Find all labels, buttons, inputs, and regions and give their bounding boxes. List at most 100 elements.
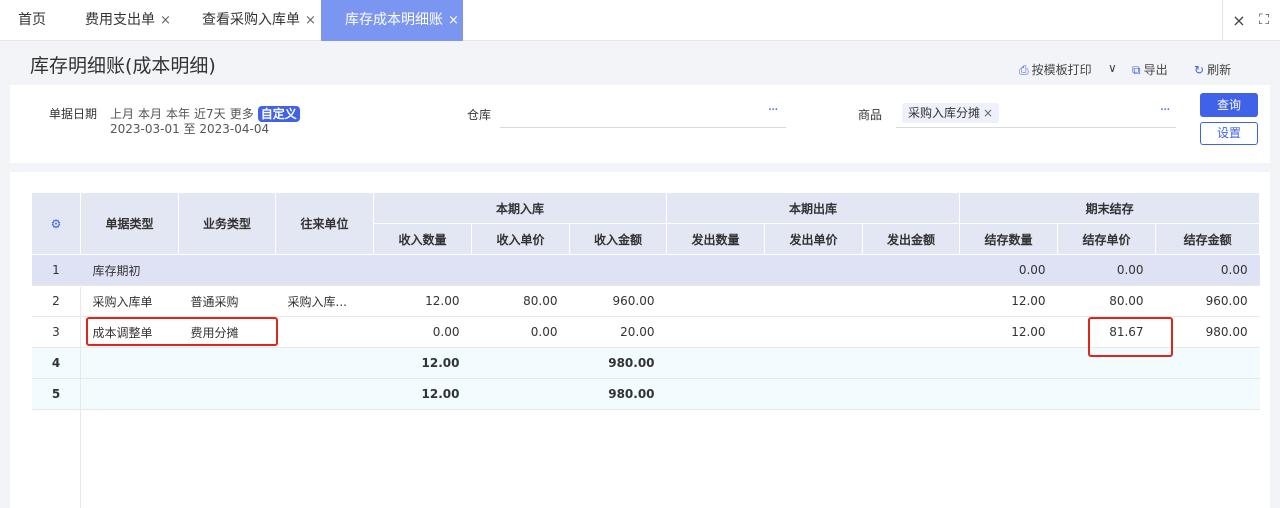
tab-label: 查看采购入库单 xyxy=(202,12,300,28)
cell-doc-type xyxy=(80,378,179,410)
cell-in-amt: 20.00 xyxy=(569,316,667,348)
cell-out-price xyxy=(764,378,863,410)
printer-icon: ⎙ xyxy=(1019,63,1029,77)
cell-end-price: 0.00 xyxy=(1057,254,1156,286)
warehouse-more-icon[interactable]: ··· xyxy=(768,103,778,118)
product-label: 商品 xyxy=(858,108,883,122)
page-title: 库存明细账(成本明细) xyxy=(30,55,216,77)
product-tag-label: 采购入库分摊 xyxy=(908,106,981,120)
highlight-box-doc-biz xyxy=(86,317,278,346)
header-group-end: 期末结存 xyxy=(959,192,1261,224)
column-settings-header[interactable]: ⚙ xyxy=(31,192,81,255)
tab-inventory-cost-ledger[interactable]: 库存成本明细账 × xyxy=(321,0,463,41)
cell-out-qty xyxy=(666,285,765,317)
cell-in-qty: 12.00 xyxy=(373,378,472,410)
tab-purchase-receipt[interactable]: 查看采购入库单 × xyxy=(202,0,316,41)
print-label: 按模板打印 xyxy=(1031,63,1092,77)
divider xyxy=(80,287,81,508)
cell-in-amt xyxy=(569,254,667,286)
tab-bar: 首页 费用支出单 × 查看采购入库单 × 库存成本明细账 × × ⛶ xyxy=(0,0,1280,41)
product-input[interactable] xyxy=(896,127,1176,128)
tab-label: 费用支出单 xyxy=(85,12,155,28)
cell-biz-type xyxy=(178,378,276,410)
print-dropdown-button[interactable]: ∨ xyxy=(1108,61,1117,75)
header-out-price: 发出单价 xyxy=(764,223,864,255)
tab-home[interactable]: 首页 xyxy=(18,0,46,41)
header-group-out: 本期出库 xyxy=(666,192,961,224)
cell-end-amt: 0.00 xyxy=(1155,254,1260,286)
tab-label: 首页 xyxy=(18,12,46,28)
cell-in-price: 0.00 xyxy=(471,316,570,348)
tag-close-icon[interactable]: × xyxy=(983,106,993,120)
cell-doc-type: 采购入库单 xyxy=(80,285,179,317)
product-tag: 采购入库分摊 × xyxy=(902,103,1000,123)
cell-out-amt xyxy=(862,254,960,286)
date-option-this-year[interactable]: 本年 xyxy=(166,107,190,121)
cell-in-qty: 0.00 xyxy=(373,316,472,348)
header-partner: 往来单位 xyxy=(275,192,374,255)
divider xyxy=(1222,0,1223,41)
cell-out-amt xyxy=(862,347,960,379)
cell-in-qty xyxy=(373,254,472,286)
date-option-this-month[interactable]: 本月 xyxy=(138,107,162,121)
warehouse-input[interactable] xyxy=(500,127,786,128)
cell-out-price xyxy=(764,285,863,317)
header-out-amt: 发出金额 xyxy=(862,223,961,255)
cell-end-qty: 12.00 xyxy=(959,316,1058,348)
date-filter-label: 单据日期 xyxy=(49,107,98,121)
tab-close-icon[interactable]: × xyxy=(448,13,459,28)
product-more-icon[interactable]: ··· xyxy=(1160,103,1170,118)
cell-in-amt: 980.00 xyxy=(569,347,667,379)
filter-panel: 单据日期 上月 本月 本年 近7天 更多 自定义 2023-03-01 至 2023-04… xyxy=(10,85,1270,163)
highlight-box-end-price xyxy=(1088,317,1173,357)
header-end-amt: 结存金额 xyxy=(1155,223,1261,255)
cell-out-qty xyxy=(666,316,765,348)
row-index: 1 xyxy=(31,254,81,286)
page-header: 库存明细账(成本明细) ⎙ 按模板打印 ∨ ⧉ 导出 ↻ 刷新 xyxy=(0,41,1280,85)
header-group-in: 本期入库 xyxy=(372,192,668,224)
header-in-qty: 收入数量 xyxy=(373,223,472,255)
table-row[interactable]: 2 采购入库单 普通采购 采购入库... 12.00 80.00 960.00 … xyxy=(31,285,1260,317)
row-index: 3 xyxy=(31,316,81,348)
tab-close-icon[interactable]: × xyxy=(160,13,171,28)
cell-out-amt xyxy=(862,316,960,348)
cell-partner xyxy=(275,378,374,410)
table-row[interactable]: 1 库存期初 0.00 0.00 0.00 xyxy=(31,254,1260,286)
table-row[interactable]: 4 12.00 980.00 xyxy=(31,347,1260,379)
cell-biz-type xyxy=(178,254,276,286)
cell-end-amt xyxy=(1155,378,1260,410)
refresh-button[interactable]: ↻ 刷新 xyxy=(1194,61,1231,78)
fullscreen-icon[interactable]: ⛶ xyxy=(1252,0,1276,41)
export-label: 导出 xyxy=(1143,63,1168,77)
cell-doc-type: 库存期初 xyxy=(80,254,179,286)
row-index: 5 xyxy=(31,378,81,410)
header-end-price: 结存单价 xyxy=(1057,223,1157,255)
settings-button[interactable]: 设置 xyxy=(1200,122,1258,145)
chevron-down-icon: ∨ xyxy=(1108,61,1117,75)
cell-biz-type: 普通采购 xyxy=(178,285,276,317)
cell-in-qty: 12.00 xyxy=(373,285,472,317)
table-row[interactable]: 5 12.00 980.00 xyxy=(31,378,1260,410)
tab-expense[interactable]: 费用支出单 × xyxy=(85,0,171,41)
cell-in-amt: 980.00 xyxy=(569,378,667,410)
date-option-last-month[interactable]: 上月 xyxy=(110,107,134,121)
gear-icon[interactable]: ⚙ xyxy=(51,217,62,231)
header-out-qty: 发出数量 xyxy=(666,223,766,255)
header-biz-type: 业务类型 xyxy=(178,192,276,255)
close-icon[interactable]: × xyxy=(1228,0,1250,41)
cell-in-price xyxy=(471,254,570,286)
export-button[interactable]: ⧉ 导出 xyxy=(1132,61,1168,78)
cell-partner xyxy=(275,347,374,379)
query-button[interactable]: 查询 xyxy=(1200,93,1258,117)
cell-partner xyxy=(275,316,374,348)
export-icon: ⧉ xyxy=(1132,63,1141,77)
date-range-value[interactable]: 2023-03-01 至 2023-04-04 xyxy=(110,120,269,137)
tab-close-icon[interactable]: × xyxy=(305,13,316,28)
cell-end-qty xyxy=(959,347,1058,379)
date-option-last-7-days[interactable]: 近7天 xyxy=(194,107,226,121)
date-option-more[interactable]: 更多 xyxy=(230,107,254,121)
cell-out-amt xyxy=(862,378,960,410)
print-template-button[interactable]: ⎙ 按模板打印 xyxy=(1019,61,1092,78)
cell-in-price xyxy=(471,347,570,379)
cell-out-price xyxy=(764,254,863,286)
